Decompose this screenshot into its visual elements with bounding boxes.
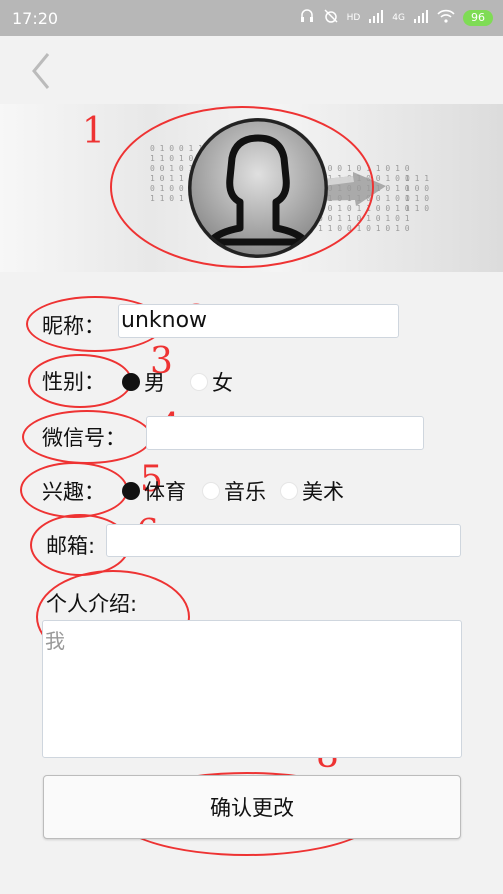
interest-label: 兴趣： [42, 480, 105, 504]
radio-selected-icon [122, 482, 140, 500]
alarm-off-icon [323, 8, 339, 28]
interest-radio-sports[interactable]: 体育 [122, 476, 186, 506]
gender-label: 性别： [42, 370, 105, 394]
radio-unselected-icon [190, 373, 208, 391]
confirm-changes-button[interactable]: 确认更改 [43, 775, 461, 839]
interest-radio-art[interactable]: 美术 [280, 476, 344, 506]
annotation-number-1: 1 [82, 111, 105, 152]
confirm-changes-label: 确认更改 [210, 796, 294, 820]
email-label: 邮箱: [46, 534, 96, 558]
intro-textarea[interactable]: 我 [42, 620, 462, 758]
interest-option-label: 美术 [302, 480, 344, 504]
interest-option-label: 体育 [144, 480, 186, 504]
nickname-label: 昵称： [42, 314, 105, 338]
radio-selected-icon [122, 373, 140, 391]
chevron-left-icon [32, 53, 50, 89]
signal-icon [368, 9, 384, 27]
gender-radio-female[interactable]: 女 [190, 367, 233, 397]
battery-icon: 96 [463, 10, 493, 26]
gender-radio-male[interactable]: 男 [122, 367, 165, 397]
radio-unselected-icon [280, 482, 298, 500]
status-time: 17:20 [12, 9, 59, 28]
wechat-label: 微信号： [42, 426, 126, 450]
interest-option-label: 音乐 [224, 480, 266, 504]
user-silhouette-icon [188, 118, 328, 258]
status-icons: HD 4G 96 [299, 8, 493, 28]
radio-unselected-icon [202, 482, 220, 500]
headset-icon [299, 8, 315, 28]
signal-hd-label: HD [346, 13, 361, 23]
interest-radio-music[interactable]: 音乐 [202, 476, 266, 506]
avatar[interactable] [188, 118, 328, 258]
intro-label: 个人介绍: [46, 592, 138, 616]
gender-option-label: 男 [144, 371, 165, 395]
binary-pattern-far: 0 1 1 1 0 0 0 1 0 1 1 0 [405, 174, 430, 213]
email-input[interactable] [106, 524, 461, 557]
status-bar: 17:20 HD 4G 96 [0, 0, 503, 36]
wifi-icon [437, 9, 455, 27]
wechat-input[interactable] [146, 416, 424, 450]
gender-option-label: 女 [212, 371, 233, 395]
back-button[interactable] [26, 48, 56, 94]
signal-icon-2 [413, 9, 429, 27]
signal-4g-label: 4G [392, 13, 405, 23]
nickname-input[interactable]: unknow [118, 304, 399, 338]
